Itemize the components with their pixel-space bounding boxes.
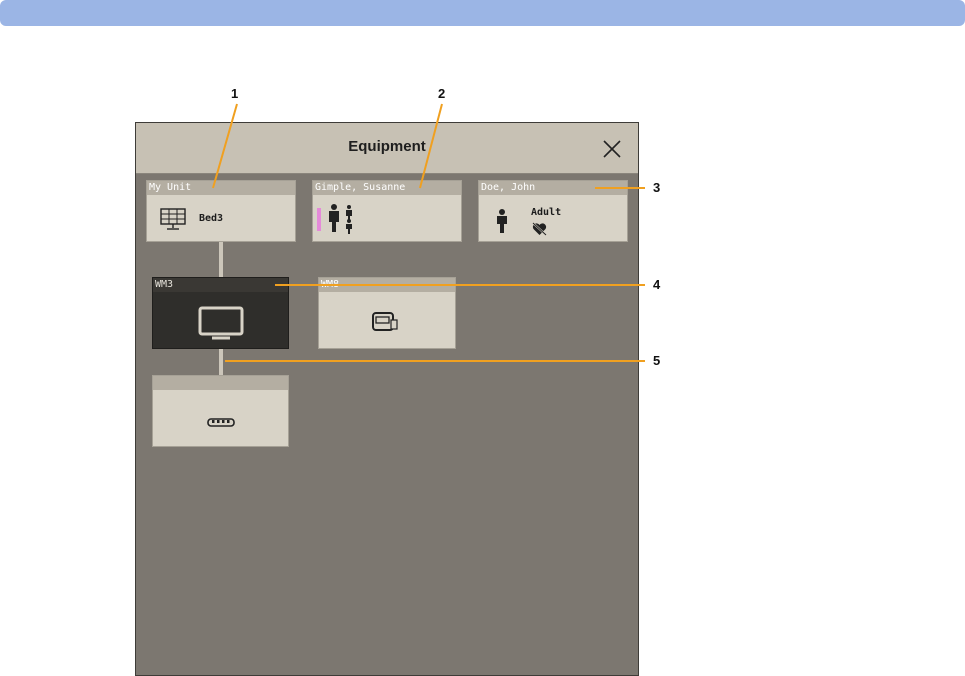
callout-number: 5 bbox=[653, 353, 661, 368]
callout-number: 4 bbox=[653, 277, 661, 292]
callout-lines bbox=[212, 103, 645, 362]
callout-number: 2 bbox=[438, 86, 446, 101]
callout-number: 3 bbox=[653, 180, 661, 195]
callout-number: 1 bbox=[231, 86, 239, 101]
